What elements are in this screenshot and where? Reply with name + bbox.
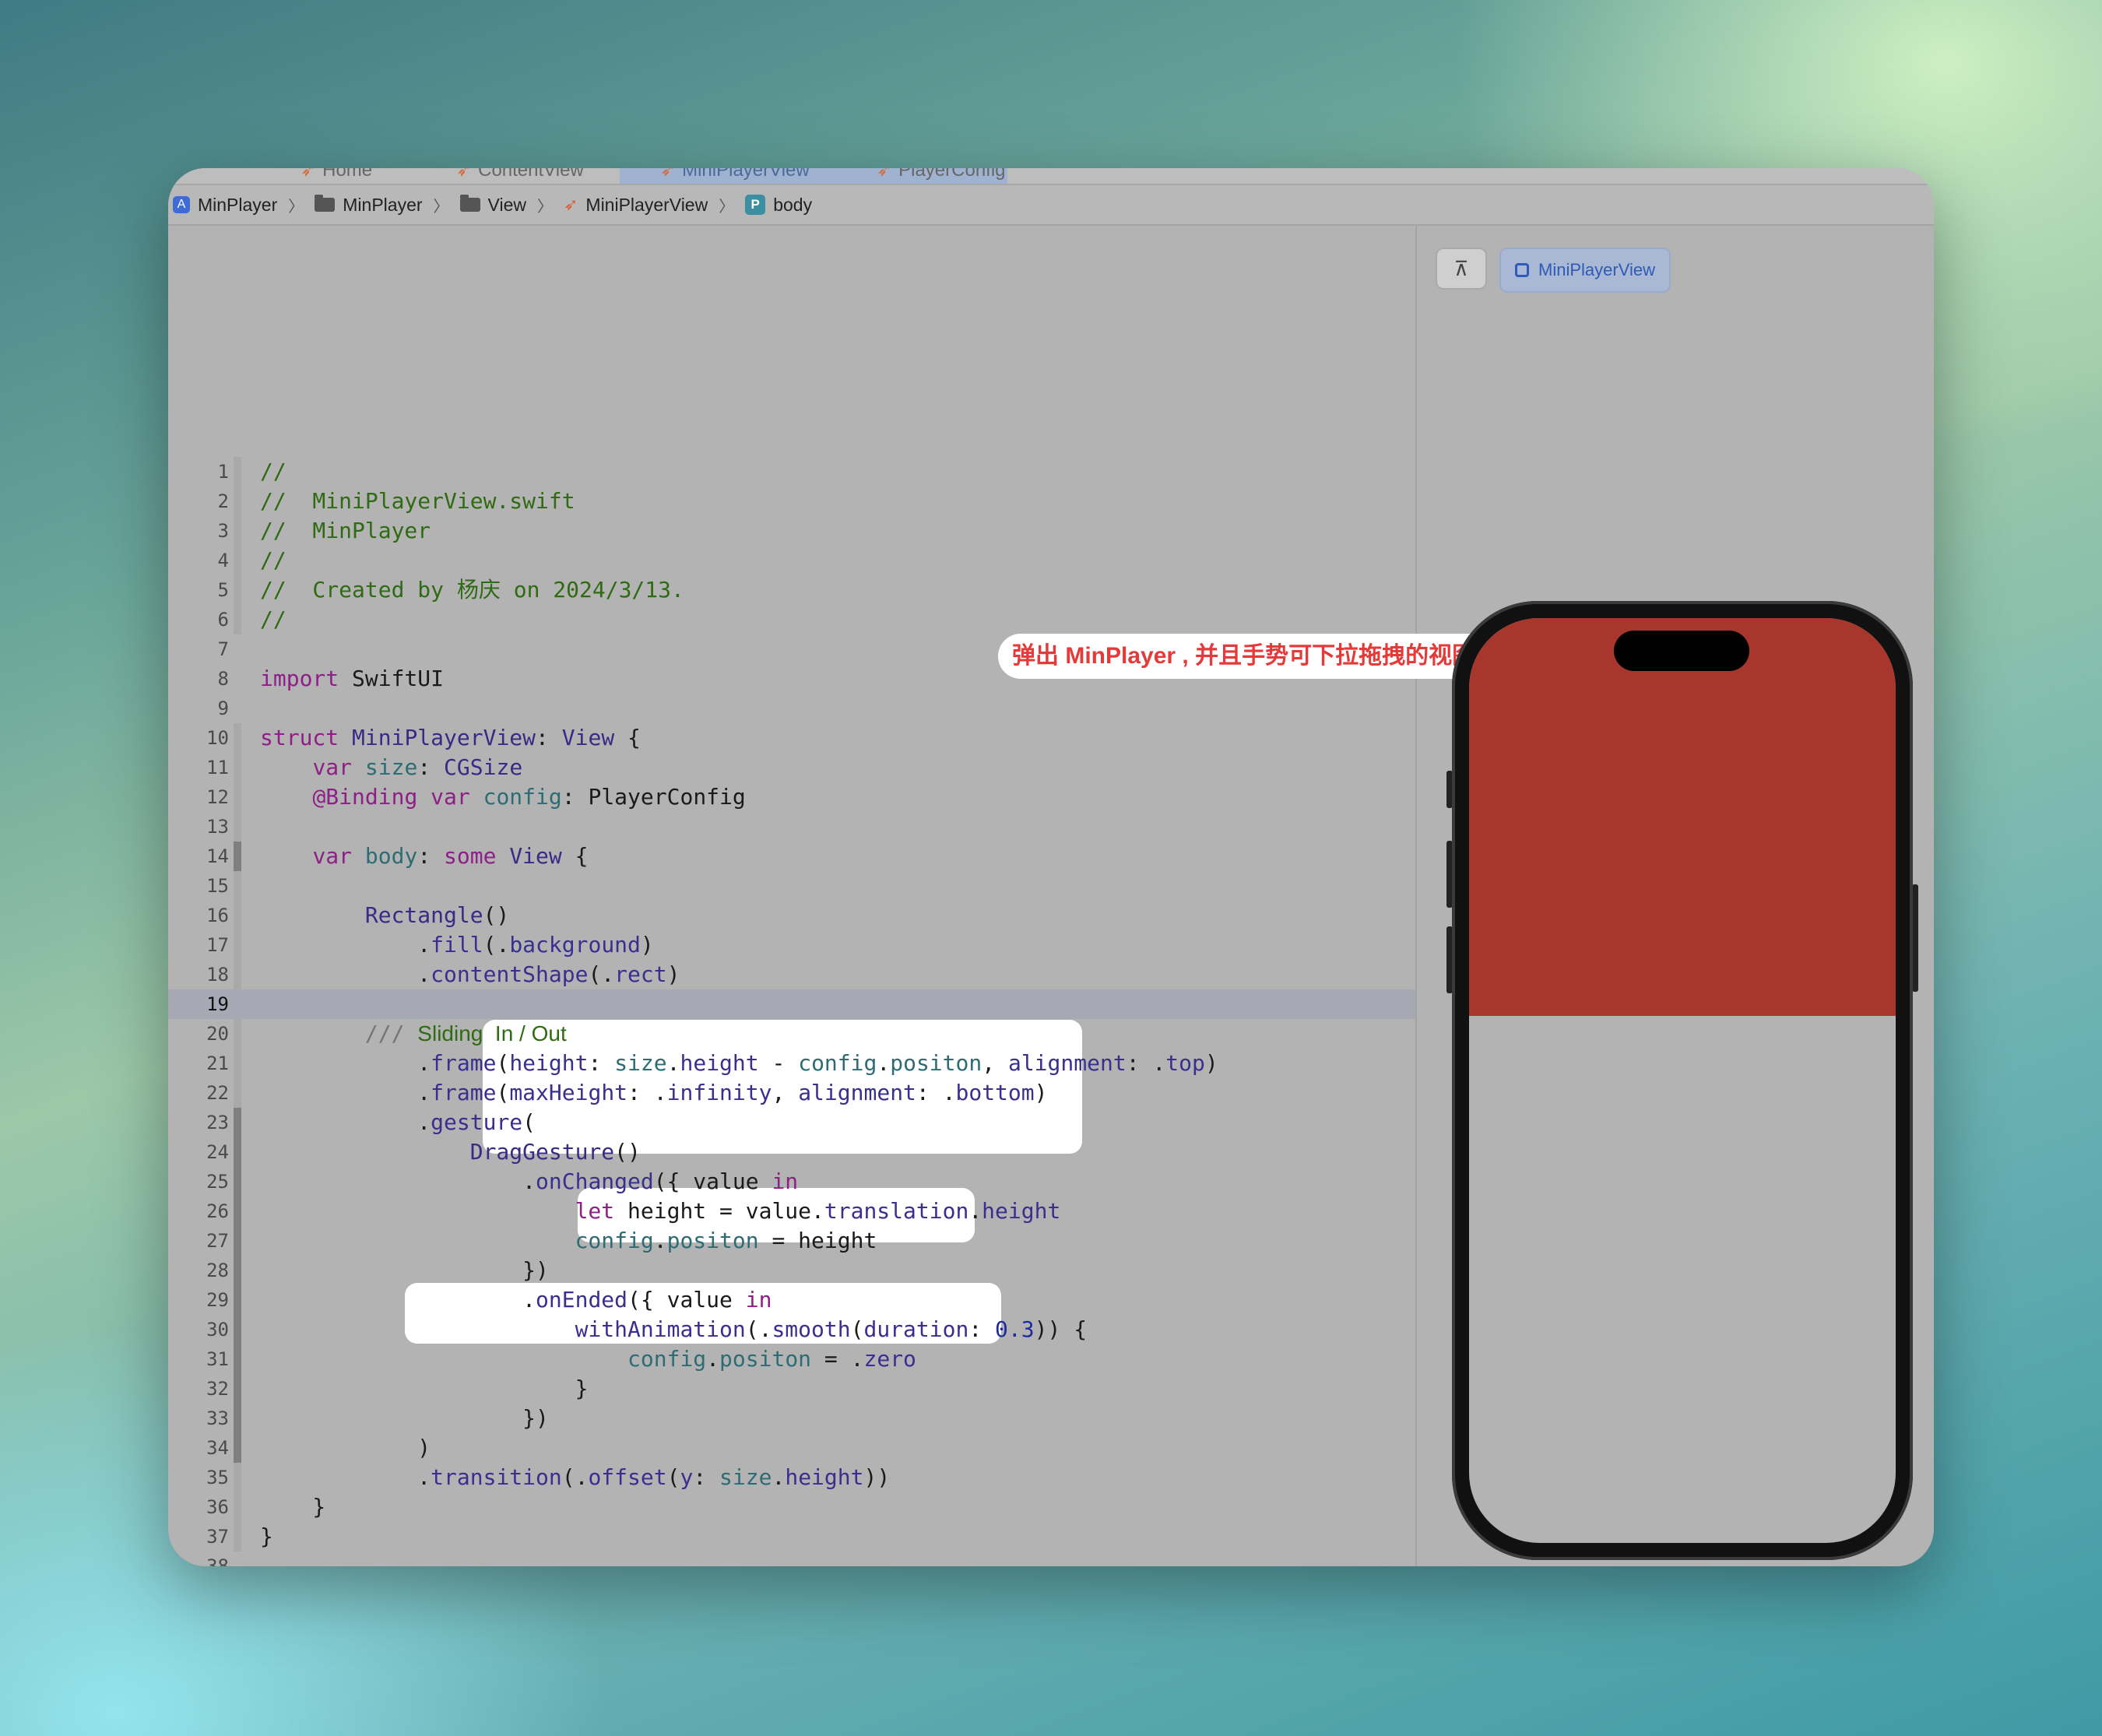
code-line: 5// Created by 杨庆 on 2024/3/13.	[168, 575, 1415, 605]
code-line: 9	[217, 698, 229, 719]
code-line: 31 config.positon = .zero	[168, 1344, 1415, 1374]
swift-file-icon: ➶	[563, 195, 578, 214]
code-line: 36 }	[168, 1492, 1415, 1522]
iphone-preview	[1452, 601, 1913, 1560]
breadcrumb-item-folder[interactable]: MinPlayer	[315, 195, 423, 216]
swift-file-icon: ➶	[660, 168, 677, 181]
code-line: 3// MinPlayer	[168, 516, 1415, 546]
chevron-right-icon: 〉	[536, 198, 553, 216]
editor-tab-bar: ➶ Home ➶ ContentView ➶ MiniPlayerView ➶ Play…	[168, 168, 1934, 185]
code-line: 4//	[168, 546, 1415, 575]
code-line: 18 .contentShape(.rect)	[168, 960, 1415, 989]
code-line: 15	[168, 871, 1415, 901]
code-line: 10 struct MiniPlayerView: View {	[168, 723, 1415, 753]
code-line: 23 .gesture(	[168, 1108, 1415, 1137]
code-editor[interactable]: 1// 2// MiniPlayerView.swift 3// MinPlay…	[168, 226, 1415, 1566]
preview-divider[interactable]	[1415, 226, 1417, 1566]
code-line: 12 @Binding var config: PlayerConfig	[168, 782, 1415, 812]
code-line: 14 var body: some View {	[168, 842, 1415, 871]
code-line: 21 .frame(height: size.height - config.p…	[168, 1049, 1415, 1078]
pin-preview-button[interactable]: ⊼	[1436, 248, 1487, 290]
code-line: 16 Rectangle()	[168, 901, 1415, 930]
code-line: 33 })	[168, 1404, 1415, 1433]
view-icon	[1515, 263, 1529, 277]
breadcrumb-item-file[interactable]: ➶ MiniPlayerView	[564, 195, 708, 216]
code-line: 25 .onChanged({ value in	[168, 1167, 1415, 1197]
code-line: 34 )	[168, 1433, 1415, 1463]
code-line: 26 let height = value.translation.height	[168, 1197, 1415, 1226]
code-line: 27 config.positon = height	[168, 1226, 1415, 1256]
code-line: 22 .frame(maxHeight: .infinity, alignmen…	[168, 1078, 1415, 1108]
breadcrumb-item-project[interactable]: A MinPlayer	[173, 195, 277, 216]
tab-home[interactable]: ➶ Home	[301, 168, 372, 184]
chevron-right-icon: 〉	[433, 198, 449, 216]
code-line: 1//	[168, 457, 1415, 487]
folder-icon	[315, 195, 336, 212]
chevron-right-icon: 〉	[719, 198, 735, 216]
code-line: 37}	[168, 1522, 1415, 1552]
phone-screen[interactable]	[1469, 618, 1896, 1543]
code-line: 11 var size: CGSize	[168, 753, 1415, 782]
breadcrumb: A MinPlayer 〉 MinPlayer 〉 View 〉 ➶ MiniP…	[168, 185, 1934, 226]
code-line: 28 })	[168, 1256, 1415, 1285]
code-line-current: 19	[168, 989, 1415, 1019]
code-line: 17 .fill(.background)	[168, 930, 1415, 960]
pin-icon: ⊼	[1453, 256, 1469, 280]
code-line: 29 .onEnded({ value in	[168, 1285, 1415, 1315]
swift-file-icon: ➶	[301, 168, 317, 181]
property-icon: P	[745, 195, 766, 215]
code-line: 13	[168, 812, 1415, 842]
dynamic-island	[1614, 631, 1749, 671]
chevron-right-icon: 〉	[288, 198, 304, 216]
swift-file-icon: ➶	[877, 168, 893, 181]
folder-icon	[459, 195, 480, 212]
app-icon: A	[173, 196, 190, 213]
code-line: 24 DragGesture()	[168, 1137, 1415, 1167]
code-line: 30 withAnimation(.smooth(duration: 0.3))…	[168, 1315, 1415, 1344]
code-line: 38	[206, 1555, 229, 1566]
breadcrumb-item-view-folder[interactable]: View	[459, 195, 526, 216]
tab-contentview[interactable]: ➶ ContentView	[456, 168, 584, 184]
code-line: 32 }	[168, 1374, 1415, 1404]
breadcrumb-item-symbol[interactable]: P body	[745, 195, 812, 216]
code-line: 20 /// Sliding In / Out	[168, 1019, 1415, 1049]
phone-side-button	[1912, 884, 1918, 992]
tab-playerconfig[interactable]: ➶ PlayerConfig	[877, 168, 1006, 184]
code-line: 35 .transition(.offset(y: size.height))	[168, 1463, 1415, 1492]
code-line: 6//	[168, 605, 1415, 634]
code-line: 2// MiniPlayerView.swift	[168, 487, 1415, 516]
mini-player-view[interactable]	[1469, 618, 1896, 1016]
swift-file-icon: ➶	[456, 168, 473, 181]
preview-selector-chip[interactable]: MiniPlayerView	[1499, 248, 1671, 293]
